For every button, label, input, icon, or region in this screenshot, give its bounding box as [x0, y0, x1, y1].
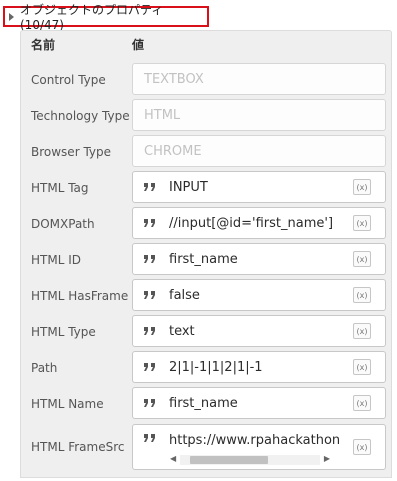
scroll-left-icon[interactable]: ◀ — [170, 454, 176, 463]
quote-icon — [143, 218, 157, 228]
property-value: text — [169, 323, 195, 339]
property-label: Path — [31, 361, 58, 375]
property-value: CHROME — [144, 143, 202, 159]
property-row-control-type: Control Type TEXTBOX — [20, 62, 392, 98]
property-value: first_name — [169, 251, 238, 267]
property-value-field: HTML — [132, 99, 386, 131]
property-label: HTML Tag — [31, 181, 89, 195]
quote-icon — [143, 326, 157, 336]
variable-icon[interactable]: (x) — [353, 251, 371, 267]
variable-icon[interactable]: (x) — [353, 395, 371, 411]
property-value-field[interactable]: false (x) — [132, 279, 386, 311]
property-value-field: CHROME — [132, 135, 386, 167]
property-row-html-type: HTML Type text (x) — [20, 314, 392, 350]
property-label: HTML FrameSrc — [31, 440, 125, 454]
variable-icon[interactable]: (x) — [353, 179, 371, 195]
property-row-path: Path 2|1|-1|1|2|1|-1 (x) — [20, 350, 392, 386]
variable-icon[interactable]: (x) — [353, 215, 371, 231]
quote-icon — [143, 362, 157, 372]
property-label: Control Type — [31, 73, 106, 87]
quote-icon — [143, 254, 157, 264]
property-value-field[interactable]: //input[@id='first_name'] (x) — [132, 207, 386, 239]
property-value: HTML — [144, 107, 181, 123]
caret-right-icon[interactable] — [9, 12, 14, 21]
property-row-browser-type: Browser Type CHROME — [20, 134, 392, 170]
property-value-field[interactable]: 2|1|-1|1|2|1|-1 (x) — [132, 351, 386, 383]
property-value: https://www.rpahackathon — [169, 433, 341, 448]
property-row-domxpath: DOMXPath //input[@id='first_name'] (x) — [20, 206, 392, 242]
property-value-field[interactable]: first_name (x) — [132, 387, 386, 419]
horizontal-scrollbar[interactable]: ◀ ▶ — [168, 453, 332, 467]
variable-icon[interactable]: (x) — [353, 287, 371, 303]
variable-icon[interactable]: (x) — [353, 439, 371, 455]
quote-icon — [143, 182, 157, 192]
object-properties-header[interactable]: オブジェクトのプロパティ (10/47) — [3, 3, 209, 32]
property-value-field: TEXTBOX — [132, 63, 386, 95]
property-value-field[interactable]: INPUT (x) — [132, 171, 386, 203]
property-value: //input[@id='first_name'] — [169, 215, 334, 231]
property-label: Browser Type — [31, 145, 112, 159]
property-value: first_name — [169, 395, 238, 411]
quote-icon — [143, 398, 157, 408]
property-value: INPUT — [169, 179, 208, 195]
property-value: 2|1|-1|1|2|1|-1 — [169, 359, 263, 375]
column-header-value: 値 — [132, 38, 145, 52]
property-row-html-tag: HTML Tag INPUT (x) — [20, 170, 392, 206]
property-value: TEXTBOX — [144, 71, 204, 87]
quote-icon — [143, 290, 157, 300]
scrollbar-thumb[interactable] — [190, 456, 268, 464]
property-label: DOMXPath — [31, 217, 95, 231]
column-header-name: 名前 — [31, 38, 56, 52]
property-label: HTML HasFrame — [31, 289, 129, 303]
property-row-html-name: HTML Name first_name (x) — [20, 386, 392, 422]
scroll-right-icon[interactable]: ▶ — [324, 454, 330, 463]
property-row-html-id: HTML ID first_name (x) — [20, 242, 392, 278]
variable-icon[interactable]: (x) — [353, 359, 371, 375]
variable-icon[interactable]: (x) — [353, 323, 371, 339]
object-properties-title: オブジェクトのプロパティ (10/47) — [20, 3, 164, 32]
property-value-field[interactable]: first_name (x) — [132, 243, 386, 275]
property-row-technology-type: Technology Type HTML — [20, 98, 392, 134]
property-label: HTML ID — [31, 253, 81, 267]
property-label: HTML Type — [31, 325, 96, 339]
property-value: false — [169, 287, 200, 303]
quote-icon — [143, 433, 157, 443]
property-value-field[interactable]: text (x) — [132, 315, 386, 347]
property-row-html-hasframe: HTML HasFrame false (x) — [20, 278, 392, 314]
property-label: Technology Type — [31, 109, 130, 123]
property-label: HTML Name — [31, 397, 104, 411]
